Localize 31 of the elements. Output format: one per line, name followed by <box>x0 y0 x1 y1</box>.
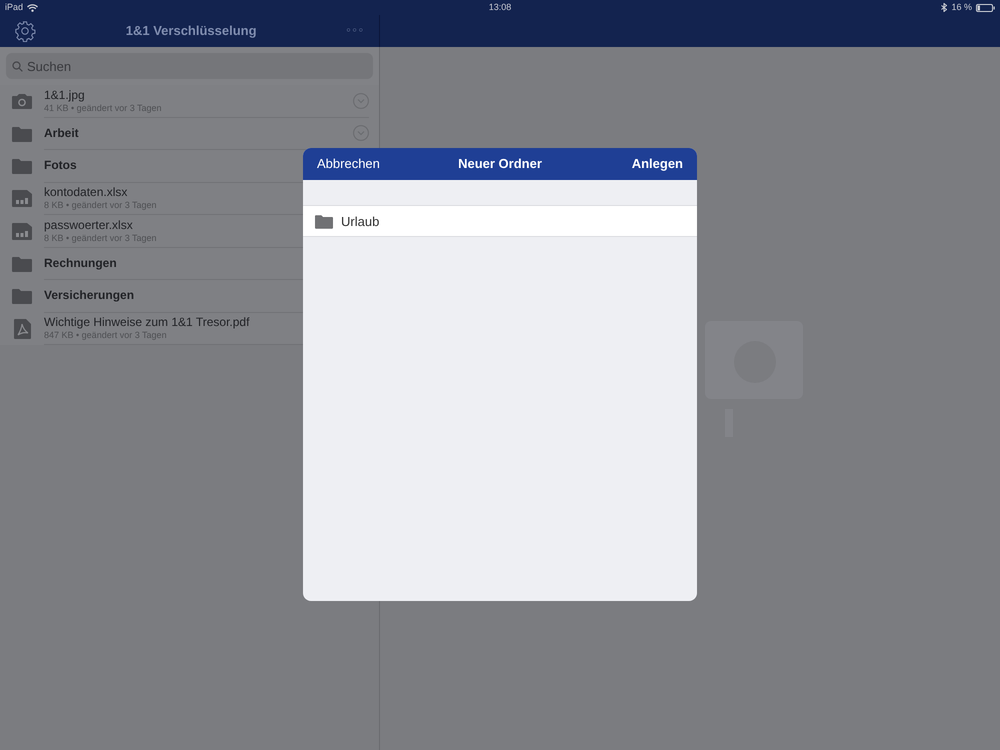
folder-icon <box>12 126 32 142</box>
search-field[interactable]: Suchen <box>6 53 373 79</box>
file-name: kontodaten.xlsx <box>44 185 128 200</box>
dialog-title: Neuer Ordner <box>458 155 542 174</box>
spreadsheet-icon <box>12 222 32 240</box>
create-button[interactable]: Anlegen <box>632 154 683 174</box>
file-name: passwoerter.xlsx <box>44 218 133 233</box>
search-icon <box>12 61 23 72</box>
folder-icon <box>315 214 333 229</box>
camera-icon <box>12 93 32 110</box>
clock-text: 13:08 <box>488 0 512 14</box>
file-name: Fotos <box>44 158 77 174</box>
file-name: 1&1.jpg <box>44 88 85 103</box>
battery-icon <box>976 4 995 12</box>
spreadsheet-icon <box>12 190 32 208</box>
file-name: Rechnungen <box>44 256 117 271</box>
folder-icon <box>12 158 32 174</box>
wifi-icon <box>27 4 38 12</box>
battery-percentage: 16 % <box>951 0 972 14</box>
cancel-button[interactable]: Abbrechen <box>317 154 380 174</box>
file-name: Arbeit <box>44 126 79 141</box>
folder-name-field[interactable]: Urlaub <box>303 206 697 237</box>
file-name: Versicherungen <box>44 288 134 304</box>
app-title: 1&1 Verschlüsselung <box>124 22 258 40</box>
folder-icon <box>12 256 32 272</box>
bluetooth-icon <box>941 3 948 12</box>
file-name: Wichtige Hinweise zum 1&1 Tresor.pdf <box>44 315 250 330</box>
folder-icon <box>12 288 32 304</box>
pdf-icon <box>14 318 30 339</box>
settings-icon[interactable] <box>14 20 36 42</box>
device-name: iPad <box>5 0 24 14</box>
